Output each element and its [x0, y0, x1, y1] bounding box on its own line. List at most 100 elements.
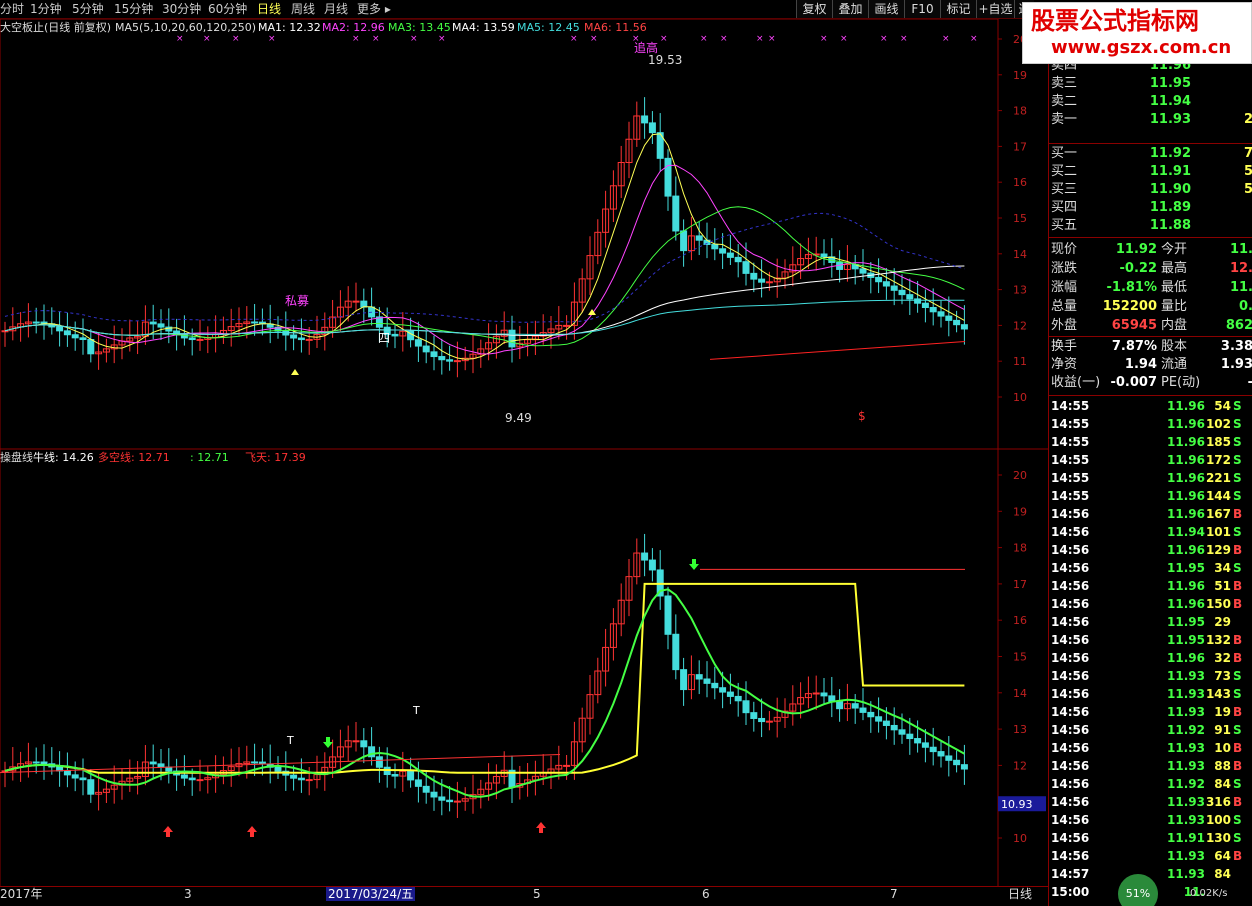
- tick-row: 14:56 11.95 132 B: [1049, 631, 1252, 649]
- sell-level-row: 卖二 11.94: [1049, 93, 1252, 111]
- tab-timeframe-9[interactable]: 更多 ▸: [357, 2, 391, 16]
- stat-label: 涨幅: [1051, 280, 1078, 295]
- quote-volume: 5: [1243, 182, 1252, 197]
- candle-body: [758, 278, 766, 283]
- buy-level-row: 买四 11.89: [1049, 199, 1252, 217]
- y-tick-label: 10: [1013, 391, 1027, 404]
- kline-chart[interactable]: 2019181716151413121110201918171615141312…: [0, 19, 1048, 887]
- tick-side: S: [1233, 723, 1242, 737]
- period-label[interactable]: 日线: [1008, 887, 1032, 901]
- candle-body: [446, 359, 454, 362]
- tab-timeframe-0[interactable]: 分时: [0, 2, 24, 16]
- toolbar-button-1[interactable]: 叠加: [832, 0, 868, 18]
- chart-annotation: 私募: [285, 294, 309, 308]
- candle-body: [71, 334, 79, 339]
- tab-timeframe-4[interactable]: 30分钟: [162, 2, 201, 16]
- tick-time: 14:56: [1051, 597, 1090, 611]
- stat-value: 65945: [1111, 318, 1157, 333]
- candle-body: [906, 733, 914, 740]
- tick-row: 14:56 11.93 143 S: [1049, 685, 1252, 703]
- y-tick-label: 16: [1013, 176, 1027, 189]
- candle-body: [929, 746, 937, 753]
- tick-volume: 51: [1214, 579, 1231, 593]
- toolbar-button-4[interactable]: 标记: [940, 0, 976, 18]
- buy-level-row: 买二 11.91 5: [1049, 163, 1252, 181]
- tab-timeframe-5[interactable]: 60分钟: [208, 2, 247, 16]
- cpu-indicator: 51%: [1118, 874, 1158, 906]
- candle-body: [851, 703, 859, 709]
- tick-row: 14:56 11.93 88 B: [1049, 757, 1252, 775]
- tick-side: S: [1233, 561, 1242, 575]
- ma-line-20: [4, 206, 965, 347]
- candle-body: [157, 323, 165, 328]
- candle-body: [438, 356, 446, 361]
- quote-label: 买一: [1051, 146, 1078, 161]
- candle-body: [180, 774, 188, 779]
- signal-marker: ×: [203, 34, 211, 44]
- candle-body: [430, 351, 438, 358]
- signal-marker: ×: [768, 34, 776, 44]
- tab-timeframe-1[interactable]: 1分钟: [30, 2, 62, 16]
- tick-time: 14:55: [1051, 453, 1090, 467]
- toolbar-button-5[interactable]: +自选: [976, 0, 1014, 18]
- tab-timeframe-3[interactable]: 15分钟: [114, 2, 153, 16]
- tick-volume: 143: [1205, 687, 1231, 701]
- candle-body: [32, 761, 40, 764]
- candle-body: [906, 294, 914, 300]
- tick-time: 14:55: [1051, 471, 1090, 485]
- tick-volume: 10: [1214, 741, 1231, 755]
- buy-arrow-icon: [163, 826, 173, 837]
- stat-value: -0.007: [1110, 375, 1157, 390]
- tab-timeframe-8[interactable]: 月线: [324, 2, 348, 16]
- candle-body: [1, 330, 9, 333]
- quote-stat-row: 现价 11.92 今开 11.: [1049, 241, 1252, 259]
- quote-price: 11.91: [1149, 164, 1191, 179]
- candle-body: [672, 195, 680, 232]
- candle-body: [836, 701, 844, 710]
- tab-timeframe-7[interactable]: 周线: [291, 2, 315, 16]
- ma-line-10: [4, 164, 965, 355]
- tick-time: 14:56: [1051, 795, 1090, 809]
- tick-volume: 172: [1205, 453, 1231, 467]
- candle-body: [648, 559, 656, 571]
- tick-time: 14:55: [1051, 489, 1090, 503]
- candle-body: [274, 766, 282, 772]
- candle-body: [859, 707, 867, 713]
- y-tick-label: 19: [1013, 505, 1027, 518]
- candle-body: [508, 329, 516, 348]
- tick-volume: 150: [1205, 597, 1231, 611]
- candle-body: [63, 770, 71, 776]
- candle-body: [149, 761, 157, 765]
- tick-volume: 316: [1205, 795, 1231, 809]
- buy-arrow-icon: [536, 822, 546, 833]
- tick-volume: 185: [1205, 435, 1231, 449]
- candle-body: [765, 281, 773, 284]
- y-tick-label: 13: [1013, 284, 1027, 297]
- candle-body: [290, 334, 298, 339]
- toolbar-button-0[interactable]: 复权: [796, 0, 832, 18]
- candle-body: [430, 791, 438, 798]
- stat-value: 1.94: [1124, 357, 1157, 372]
- candle-body: [719, 248, 727, 254]
- tick-side: B: [1233, 579, 1243, 593]
- tick-side: B: [1233, 507, 1243, 521]
- ma-line-5: [4, 133, 965, 360]
- candle-body: [196, 338, 204, 341]
- candle-body: [742, 261, 750, 274]
- tab-timeframe-6[interactable]: 日线: [257, 2, 281, 16]
- stat-value: 0.: [1239, 299, 1252, 314]
- candle-body: [297, 337, 305, 341]
- toolbar-button-2[interactable]: 画线: [868, 0, 904, 18]
- tick-row: 14:55 11.96 102 S: [1049, 415, 1252, 433]
- stat-value: 11.: [1229, 242, 1252, 257]
- tick-side: S: [1233, 831, 1242, 845]
- candle-body: [563, 324, 571, 327]
- toolbar-button-3[interactable]: F10: [904, 0, 940, 18]
- ma-line-120: [4, 299, 965, 336]
- tick-side: S: [1233, 471, 1242, 485]
- stat-label: 换手: [1051, 339, 1078, 354]
- sell-level-row: 卖三 11.95: [1049, 75, 1252, 93]
- tick-time: 14:56: [1051, 741, 1090, 755]
- tab-timeframe-2[interactable]: 5分钟: [72, 2, 104, 16]
- y-tick-label: 12: [1013, 759, 1027, 772]
